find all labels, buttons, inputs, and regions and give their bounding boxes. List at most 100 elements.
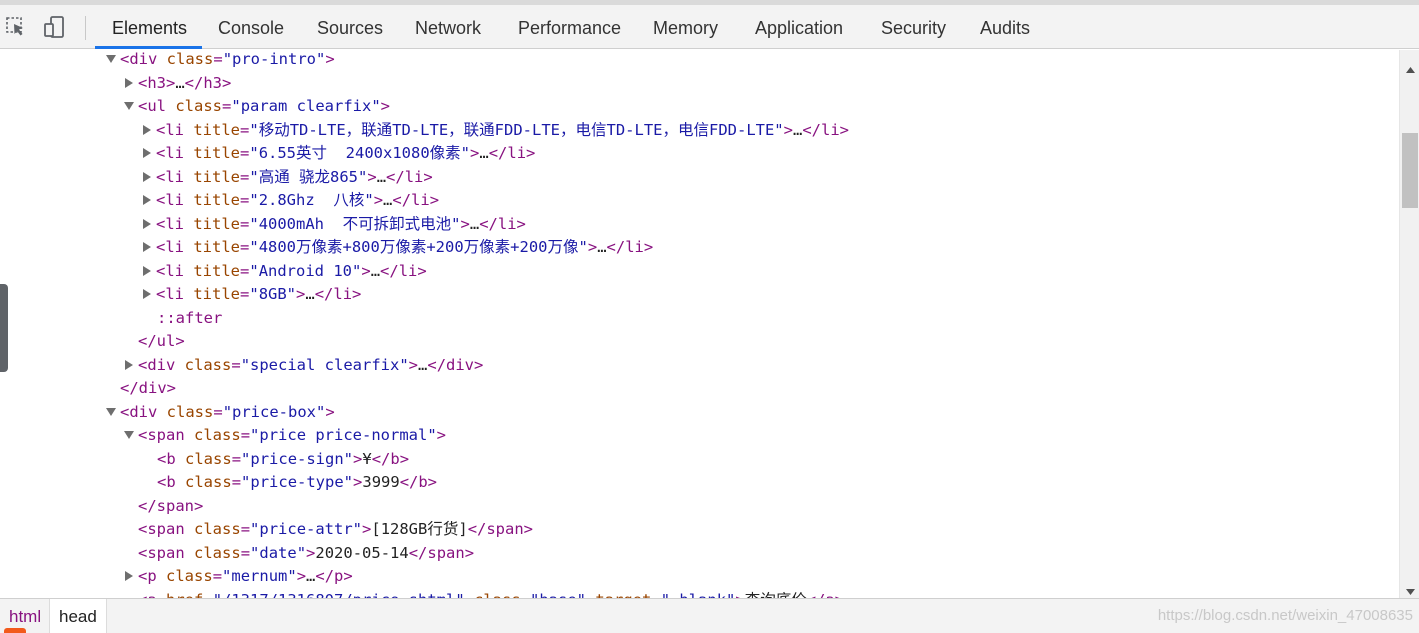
scroll-thumb[interactable]: [1402, 133, 1418, 208]
dom-token-attr-val: "special clearfix": [240, 355, 409, 374]
dom-token-tag: =: [521, 591, 530, 599]
dom-token-text: [586, 591, 595, 599]
dom-token-tag: </b>: [371, 449, 410, 468]
triangle-right-icon[interactable]: [142, 166, 154, 189]
dom-node-line[interactable]: <h3>…</h3>: [0, 72, 231, 95]
device-toolbar-icon[interactable]: [44, 16, 66, 38]
elements-dom-tree[interactable]: <div class="pro-intro"> <h3>…</h3> <ul cla…: [0, 50, 1399, 598]
triangle-right-icon[interactable]: [142, 119, 154, 142]
dom-token-tag: =: [213, 402, 223, 421]
dom-token-attr-name: class: [184, 355, 232, 374]
tab-memory[interactable]: Memory: [653, 5, 718, 49]
tab-network[interactable]: Network: [415, 5, 481, 49]
breadcrumb: html head https://blog.csdn.net/weixin_4…: [0, 598, 1419, 633]
dom-node-line[interactable]: </div>: [0, 377, 176, 400]
dom-node-line[interactable]: <li title="6.55英寸 2400x1080像素">…</li>: [0, 142, 535, 165]
dom-node-line[interactable]: </span>: [0, 495, 203, 518]
triangle-right-icon[interactable]: [124, 354, 136, 377]
dom-token-tag: >: [296, 567, 307, 585]
toolbar-separator: [85, 16, 86, 40]
triangle-right-icon[interactable]: [142, 142, 154, 165]
dom-node-line[interactable]: <div class="pro-intro">: [0, 50, 335, 71]
dom-token-attr-name: title: [193, 120, 241, 139]
dom-token-text: [157, 591, 166, 599]
dom-node-line[interactable]: <span class="date">2020-05-14</span>: [0, 542, 474, 565]
dom-node-line[interactable]: <p class="mernum">…</p>: [0, 565, 353, 588]
dom-token-tag: <li: [156, 144, 184, 162]
drawer-resize-handle[interactable]: [0, 284, 8, 372]
dom-node-line[interactable]: <li title="4800万像素+800万像素+200万像素+200万像">…: [0, 236, 653, 259]
triangle-right-icon[interactable]: [124, 72, 136, 95]
dom-token-tag: =: [212, 567, 223, 585]
dom-token-attr-name: class: [166, 567, 213, 585]
dom-token-text: 2020-05-14: [315, 543, 409, 562]
tab-elements[interactable]: Elements: [112, 5, 187, 49]
triangle-down-icon[interactable]: [124, 424, 136, 447]
dom-token-attr-val: "4800万像素+800万像素+200万像素+200万像": [249, 238, 588, 256]
dom-token-text: [157, 50, 166, 68]
dom-token-tag: </li>: [380, 261, 427, 280]
dom-token-text: [157, 403, 166, 421]
dom-node-line[interactable]: <li title="Android 10">…</li>: [0, 260, 427, 283]
dom-token-tag: >: [353, 449, 363, 468]
dom-node-line[interactable]: ::after: [0, 307, 222, 330]
triangle-right-icon[interactable]: [142, 189, 154, 212]
tab-audits[interactable]: Audits: [980, 5, 1030, 49]
dom-token-tag: <a: [138, 591, 157, 599]
tab-console[interactable]: Console: [218, 5, 284, 49]
dom-token-tag: <span: [138, 426, 185, 444]
dom-node-line[interactable]: </ul>: [0, 330, 185, 353]
dom-token-attr-val: "price-box": [222, 402, 326, 421]
dom-node-line[interactable]: <li title="4000mAh 不可拆卸式电池">…</li>: [0, 213, 526, 236]
dom-node-line[interactable]: <ul class="param clearfix">: [0, 95, 390, 118]
dom-node-line[interactable]: <li title="移动TD-LTE，联通TD-LTE，联通FDD-LTE，电…: [0, 119, 849, 142]
dom-token-tag: >: [587, 238, 598, 256]
dom-node-line[interactable]: <div class="special clearfix">…</div>: [0, 354, 483, 377]
dom-token-tag: </li>: [386, 167, 433, 186]
triangle-right-icon[interactable]: [142, 213, 154, 236]
dom-node-line[interactable]: <a href="/1317/1316807/price.shtml" clas…: [0, 589, 844, 599]
dom-node-line[interactable]: <span class="price-attr">[128GB行货]</span…: [0, 518, 533, 541]
dom-token-text: [128GB行货]: [371, 520, 468, 538]
dom-node-line[interactable]: <li title="2.8Ghz 八核">…</li>: [0, 189, 439, 212]
dom-node-line[interactable]: <div class="price-box">: [0, 401, 335, 424]
triangle-right-icon[interactable]: [142, 236, 154, 259]
dom-token-pseudo: ::after: [157, 308, 223, 327]
dom-token-tag: >: [380, 97, 391, 115]
dom-token-text: [185, 544, 194, 562]
breadcrumb-item-head[interactable]: head: [49, 599, 107, 633]
dom-token-text: …: [469, 214, 480, 233]
tab-security[interactable]: Security: [881, 5, 946, 49]
dom-token-text: …: [305, 285, 315, 303]
dom-token-attr-val: "8GB": [249, 285, 297, 303]
dom-token-text: 3999: [362, 473, 400, 491]
dom-token-tag: <ul: [138, 97, 166, 115]
tab-performance[interactable]: Performance: [518, 5, 621, 49]
dom-token-tag: <b: [157, 449, 176, 468]
triangle-down-icon[interactable]: [106, 401, 118, 424]
dom-token-attr-name: title: [193, 285, 241, 303]
dom-token-tag: =: [240, 520, 251, 538]
dom-token-tag: =: [240, 285, 250, 303]
triangle-down-icon[interactable]: [124, 95, 136, 118]
dom-node-line[interactable]: <b class="price-type">3999</b>: [0, 471, 437, 494]
tab-sources[interactable]: Sources: [317, 5, 383, 49]
inspect-element-icon[interactable]: [5, 16, 27, 38]
dom-node-line[interactable]: <b class="price-sign">¥</b>: [0, 448, 409, 471]
dom-node-line[interactable]: <li title="8GB">…</li>: [0, 283, 361, 306]
triangle-right-icon[interactable]: [142, 283, 154, 306]
dom-token-tag: >: [353, 473, 363, 491]
scroll-down-arrow-icon[interactable]: [1406, 580, 1415, 599]
triangle-right-icon[interactable]: [142, 260, 154, 283]
tab-application[interactable]: Application: [755, 5, 843, 49]
dom-token-tag: >: [436, 426, 447, 444]
dom-tree-scrollbar[interactable]: [1399, 50, 1419, 598]
dom-node-line[interactable]: <span class="price price-normal">: [0, 424, 446, 447]
scroll-up-arrow-icon[interactable]: [1406, 58, 1415, 77]
dom-token-attr-val: "base": [530, 591, 586, 599]
triangle-right-icon[interactable]: [124, 565, 136, 588]
dom-token-tag: >: [470, 144, 480, 162]
triangle-down-icon[interactable]: [106, 50, 118, 71]
dom-token-text: 查询底价: [745, 591, 807, 599]
dom-node-line[interactable]: <li title="高通 骁龙865">…</li>: [0, 166, 433, 189]
